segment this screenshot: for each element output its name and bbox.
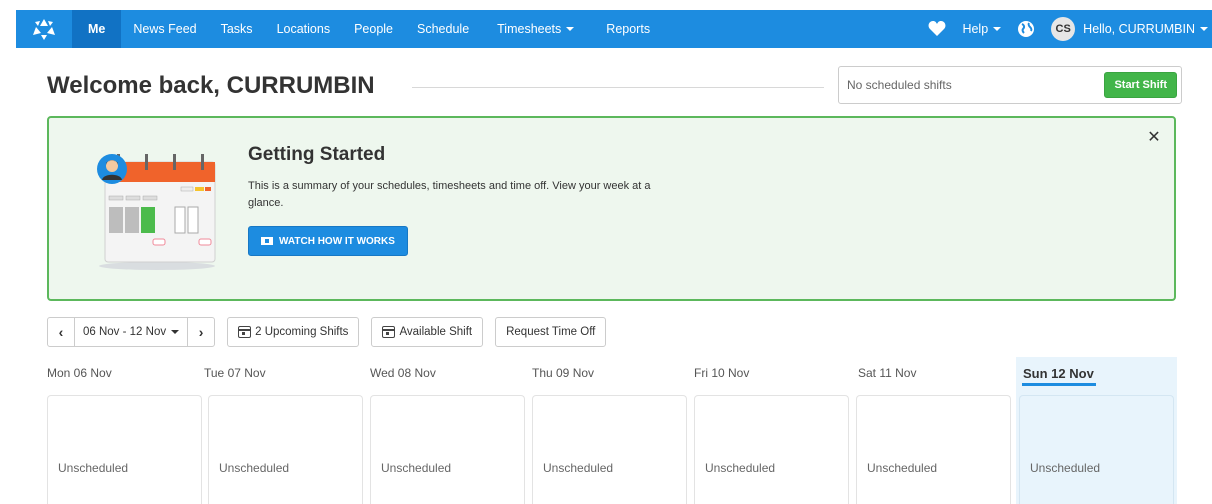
help-label: Help <box>962 22 989 36</box>
chevron-right-icon[interactable]: › <box>188 318 214 346</box>
user-greeting: Hello, CURRUMBIN <box>1083 22 1195 36</box>
getting-started-description: This is a summary of your schedules, tim… <box>248 180 651 209</box>
nav-items: Me News Feed Tasks Locations People Sche… <box>72 10 666 48</box>
available-shift-label: Available Shift <box>399 326 473 338</box>
nav-item-label: Reports <box>606 22 651 36</box>
day-status: Unscheduled <box>867 461 938 475</box>
nav-item-locations[interactable]: Locations <box>265 10 343 48</box>
day-card[interactable]: Unscheduled <box>694 395 849 504</box>
nav-item-reports[interactable]: Reports <box>590 10 666 48</box>
title-divider <box>412 87 824 88</box>
nav-item-schedule[interactable]: Schedule <box>405 10 481 48</box>
day-label: Wed 08 Nov <box>370 366 436 380</box>
calendar-icon <box>238 326 252 338</box>
nav-item-tasks[interactable]: Tasks <box>209 10 265 48</box>
day-card[interactable]: Unscheduled <box>856 395 1011 504</box>
day-label: Sat 11 Nov <box>858 366 917 380</box>
day-label: Thu 09 Nov <box>532 366 595 380</box>
navbar: Me News Feed Tasks Locations People Sche… <box>16 10 1212 48</box>
day-label: Mon 06 Nov <box>47 366 112 380</box>
user-menu[interactable]: CS Hello, CURRUMBIN <box>1043 10 1212 48</box>
day-column-tue: Tue 07 Nov Unscheduled <box>204 357 368 504</box>
day-label: Tue 07 Nov <box>204 366 266 380</box>
today-indicator <box>1022 383 1096 386</box>
day-column-wed: Wed 08 Nov Unscheduled <box>370 357 530 504</box>
shift-status-box: No scheduled shifts Start Shift <box>838 66 1182 104</box>
watch-button-label: WATCH HOW IT WORKS <box>279 235 395 247</box>
date-range-label: 06 Nov - 12 Nov <box>83 326 167 338</box>
getting-started-title: Getting Started <box>248 144 386 165</box>
nav-item-news-feed[interactable]: News Feed <box>121 10 208 48</box>
week-toolbar: ‹ 06 Nov - 12 Nov › 2 Upcoming Shifts Av… <box>47 317 607 347</box>
caret-down-icon <box>566 27 575 31</box>
top-nav: Me News Feed Tasks Locations People Sche… <box>0 0 1212 58</box>
caret-down-icon <box>993 27 1002 31</box>
heart-icon[interactable] <box>920 10 954 48</box>
watch-how-it-works-button[interactable]: WATCH HOW IT WORKS <box>248 226 408 256</box>
day-status: Unscheduled <box>381 461 452 475</box>
day-column-mon: Mon 06 Nov Unscheduled <box>47 357 207 504</box>
calendar-plus-icon <box>382 326 396 338</box>
request-time-off-button[interactable]: Request Time Off <box>495 317 607 347</box>
upcoming-shifts-button[interactable]: 2 Upcoming Shifts <box>227 317 360 347</box>
day-card[interactable]: Unscheduled <box>47 395 202 504</box>
start-shift-button[interactable]: Start Shift <box>1104 72 1177 98</box>
day-card[interactable]: Unscheduled <box>532 395 687 504</box>
nav-item-label: Timesheets <box>497 22 562 36</box>
nav-item-label: People <box>354 22 394 36</box>
calendar-illustration-icon <box>95 152 225 272</box>
day-card[interactable]: Unscheduled <box>1019 395 1174 504</box>
nav-item-label: Locations <box>276 22 331 36</box>
nav-item-people[interactable]: People <box>342 10 405 48</box>
shift-status-text: No scheduled shifts <box>847 78 952 92</box>
day-status: Unscheduled <box>219 461 290 475</box>
nav-item-me[interactable]: Me <box>72 10 122 48</box>
nav-item-label: News Feed <box>133 22 197 36</box>
day-card[interactable]: Unscheduled <box>370 395 525 504</box>
caret-down-icon <box>1200 27 1208 31</box>
day-column-fri: Fri 10 Nov Unscheduled <box>694 357 854 504</box>
nav-item-label: Me <box>88 22 106 36</box>
day-status: Unscheduled <box>1030 461 1101 475</box>
page-title: Welcome back, CURRUMBIN <box>47 72 375 99</box>
day-status: Unscheduled <box>543 461 614 475</box>
getting-started-panel: ✕ Getting Started This is a summary of y… <box>47 116 1176 301</box>
nav-item-timesheets[interactable]: Timesheets <box>481 10 590 48</box>
help-menu[interactable]: Help <box>954 10 1009 48</box>
day-card[interactable]: Unscheduled <box>208 395 363 504</box>
week-days: Mon 06 Nov Unscheduled Tue 07 Nov Unsche… <box>47 357 1177 504</box>
date-navigator: ‹ 06 Nov - 12 Nov › <box>47 317 216 347</box>
day-column-sun-today: Sun 12 Nov Unscheduled <box>1016 357 1177 504</box>
nav-item-label: Schedule <box>417 22 470 36</box>
caret-down-icon <box>171 330 180 334</box>
ticket-icon <box>261 237 273 245</box>
chevron-left-icon[interactable]: ‹ <box>48 318 74 346</box>
close-icon[interactable]: ✕ <box>1146 130 1162 146</box>
available-shift-button[interactable]: Available Shift <box>371 317 484 347</box>
day-label: Sun 12 Nov <box>1023 366 1094 381</box>
globe-icon[interactable] <box>1009 10 1043 48</box>
day-status: Unscheduled <box>58 461 129 475</box>
deputy-logo-icon[interactable] <box>16 10 72 48</box>
day-column-thu: Thu 09 Nov Unscheduled <box>532 357 692 504</box>
nav-item-label: Tasks <box>220 22 253 36</box>
day-column-sat: Sat 11 Nov Unscheduled <box>856 357 1016 504</box>
nav-right: Help CS Hello, CURRUMBIN <box>920 10 1212 48</box>
day-status: Unscheduled <box>705 461 776 475</box>
day-label: Fri 10 Nov <box>694 366 750 380</box>
avatar: CS <box>1051 17 1076 41</box>
upcoming-shifts-label: 2 Upcoming Shifts <box>255 326 349 338</box>
date-range-dropdown[interactable]: 06 Nov - 12 Nov <box>74 318 189 346</box>
